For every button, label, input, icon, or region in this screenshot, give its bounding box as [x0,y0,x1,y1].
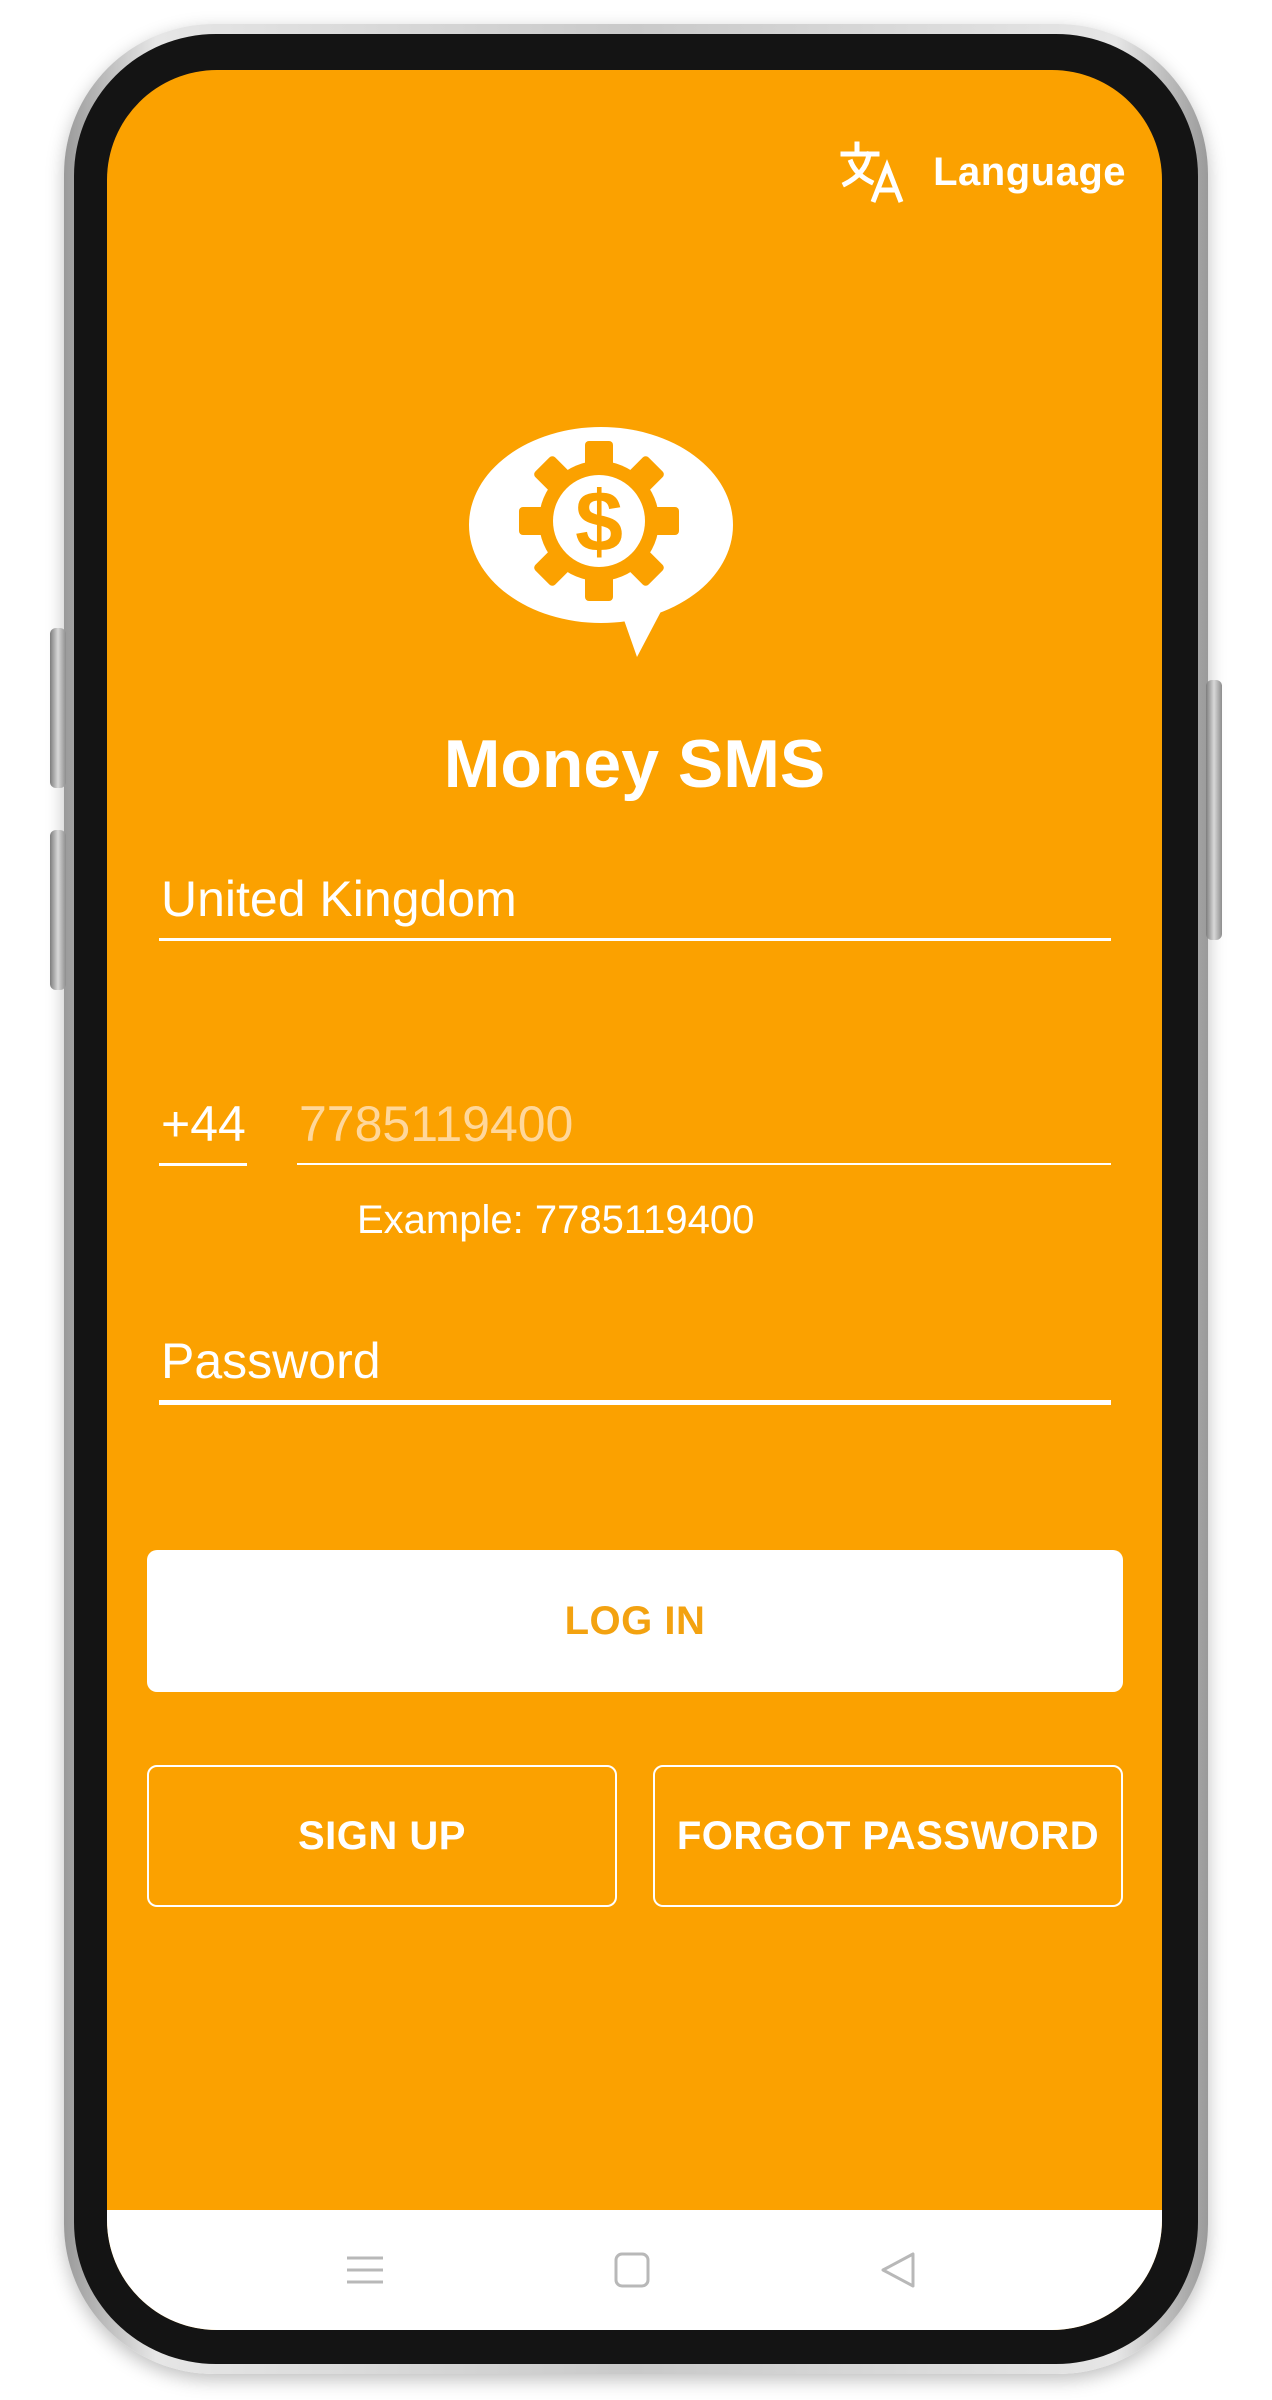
signup-button-label: SIGN UP [298,1813,466,1858]
money-sms-logo-icon: $ [467,425,735,665]
home-icon[interactable] [602,2240,662,2300]
language-label: Language [933,149,1126,194]
volume-up-button [50,628,66,788]
app-screen: Language $ Money SMS United Kingdom +44 … [107,70,1162,2330]
signup-button[interactable]: SIGN UP [147,1765,617,1907]
login-button[interactable]: LOG IN [147,1550,1123,1692]
app-title: Money SMS [443,726,826,802]
phone-number-input[interactable]: 7785119400 [297,1085,1111,1165]
password-placeholder: Password [161,1333,381,1389]
recent-apps-icon[interactable] [335,2240,395,2300]
password-input[interactable]: Password [159,1315,1111,1405]
volume-down-button [50,830,66,990]
dial-code-value: +44 [161,1096,246,1152]
dial-code-field[interactable]: +44 [159,1085,247,1166]
back-icon[interactable] [869,2240,929,2300]
phone-number-placeholder: 7785119400 [299,1096,574,1152]
country-value: United Kingdom [161,871,517,927]
login-button-label: LOG IN [564,1598,706,1643]
country-selector[interactable]: United Kingdom [159,860,1111,941]
forgot-password-button[interactable]: FORGOT PASSWORD [653,1765,1123,1907]
phone-number-hint: Example: 7785119400 [357,1198,755,1242]
forgot-password-button-label: FORGOT PASSWORD [676,1813,1100,1858]
translate-icon [839,140,907,204]
svg-text:$: $ [575,474,623,570]
language-selector[interactable]: Language [839,140,1126,204]
power-button [1206,680,1222,940]
system-navigation-bar [107,2210,1162,2330]
